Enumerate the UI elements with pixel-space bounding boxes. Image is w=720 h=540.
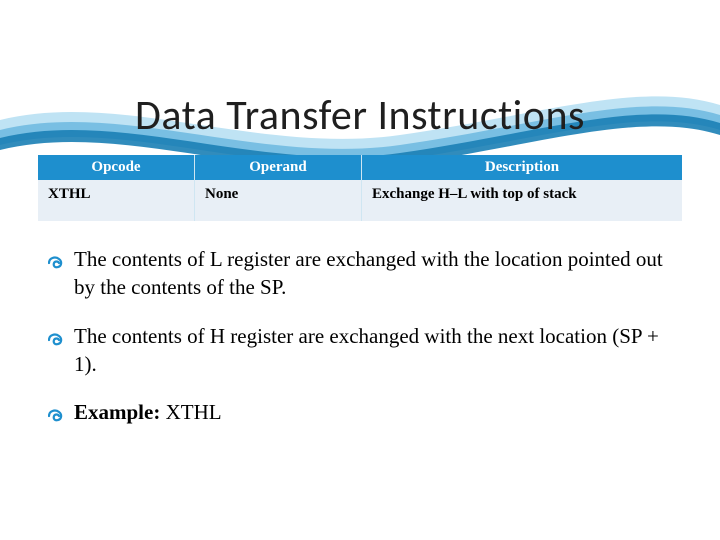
list-item: The contents of L register are exchanged… bbox=[48, 245, 680, 302]
example-value: XTHL bbox=[166, 400, 222, 424]
bullet-text: The contents of L register are exchanged… bbox=[74, 245, 680, 302]
slide-title: Data Transfer Instructions bbox=[0, 90, 720, 141]
list-item: The contents of H register are exchanged… bbox=[48, 322, 680, 379]
table-row: XTHL None Exchange H–L with top of stack bbox=[38, 180, 682, 221]
instruction-table: Opcode Operand Description XTHL None Exc… bbox=[38, 155, 682, 221]
list-item: Example: XTHL bbox=[48, 398, 680, 429]
col-header-description: Description bbox=[362, 155, 683, 180]
table-header-row: Opcode Operand Description bbox=[38, 155, 682, 180]
cell-opcode: XTHL bbox=[38, 180, 195, 221]
col-header-operand: Operand bbox=[195, 155, 362, 180]
cell-description: Exchange H–L with top of stack bbox=[362, 180, 683, 221]
example-line: Example: XTHL bbox=[74, 398, 222, 426]
col-header-opcode: Opcode bbox=[38, 155, 195, 180]
cell-operand: None bbox=[195, 180, 362, 221]
bullet-list: The contents of L register are exchanged… bbox=[48, 245, 680, 429]
swirl-bullet-icon bbox=[48, 332, 68, 353]
bullet-text: The contents of H register are exchanged… bbox=[74, 322, 680, 379]
swirl-bullet-icon bbox=[48, 255, 68, 276]
example-label: Example: bbox=[74, 400, 160, 424]
swirl-bullet-icon bbox=[48, 408, 68, 429]
